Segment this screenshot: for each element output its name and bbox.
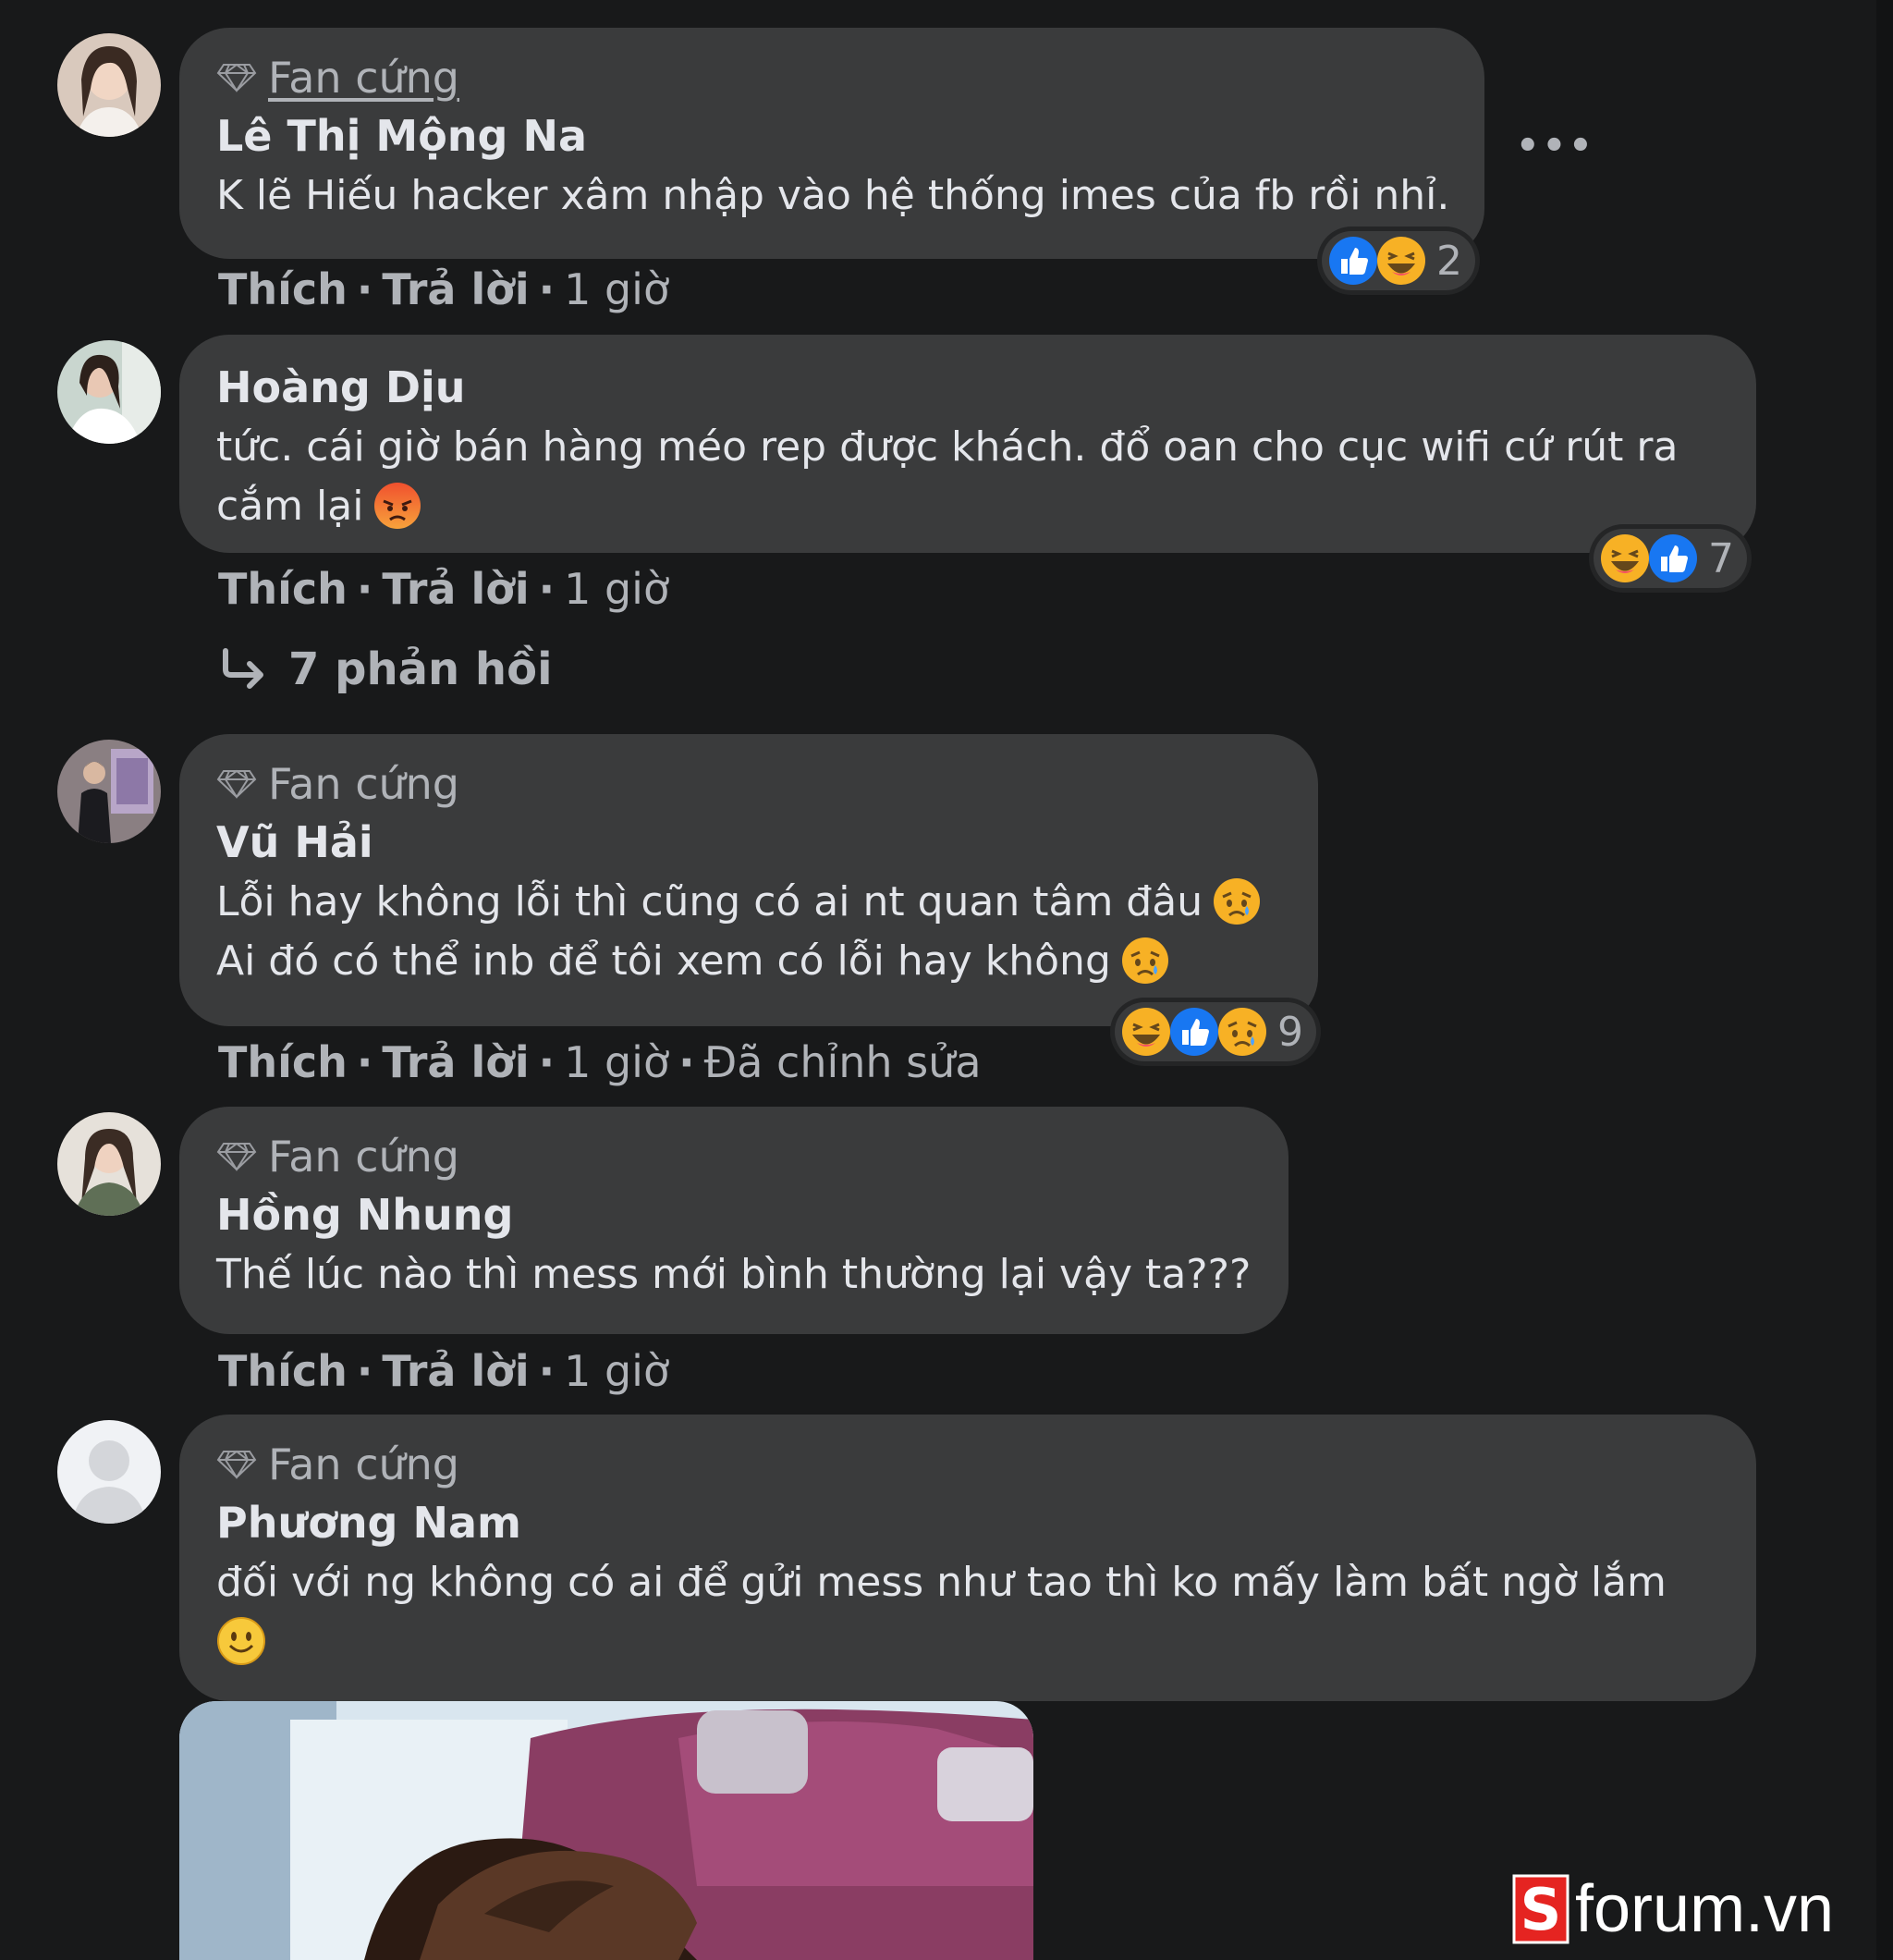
fan-badge[interactable]: Fan cứng	[216, 756, 1285, 812]
like-reaction-icon	[1647, 533, 1699, 584]
forum-watermark: S forum.vn	[1512, 1872, 1834, 1946]
diamond-icon	[216, 1450, 257, 1479]
sad-reaction-icon	[1216, 1006, 1268, 1058]
comment-image-attachment[interactable]	[179, 1701, 1033, 1960]
comment-text: Thế lúc nào thì mess mới bình thường lại…	[216, 1251, 1252, 1298]
haha-reaction-icon	[1375, 235, 1427, 287]
author-name[interactable]: Phương Nam	[216, 1492, 1723, 1553]
like-reaction-icon	[1327, 235, 1379, 287]
sforum-logo-icon: S	[1512, 1874, 1569, 1944]
watermark-text: forum.vn	[1575, 1872, 1835, 1946]
reply-button[interactable]: Trả lời	[382, 264, 529, 314]
comment-text-emoji-line	[216, 1612, 1723, 1672]
avatar[interactable]	[57, 340, 161, 444]
author-name[interactable]: Lê Thị Mộng Na	[216, 105, 1451, 166]
like-button[interactable]: Thích	[218, 1346, 348, 1396]
comment-actions: Thích · Trả lời · 1 giờ · Đã chỉnh sửa	[218, 1037, 982, 1087]
fan-badge[interactable]: Fan cứng	[216, 1129, 1255, 1184]
badge-label[interactable]: Fan cứng	[268, 53, 459, 103]
reply-arrow-icon	[223, 648, 263, 689]
angry-face-icon	[372, 481, 422, 531]
comment-time[interactable]: 1 giờ	[564, 1037, 669, 1087]
reaction-count: 2	[1436, 237, 1462, 285]
author-name[interactable]: Vũ Hải	[216, 812, 1285, 873]
comment-text-line: Ai đó có thể inb để tôi xem có lỗi hay k…	[216, 932, 1285, 991]
comment-text: đối với ng không có ai để gửi mess như t…	[216, 1559, 1667, 1606]
scrollbar-track[interactable]	[1876, 0, 1893, 1960]
comment-actions: Thích · Trả lời · 1 giờ	[218, 564, 670, 614]
comment-bubble: Fan cứng Hồng Nhung Thế lúc nào thì mess…	[179, 1107, 1288, 1334]
diamond-icon	[216, 769, 257, 799]
avatar[interactable]	[57, 1420, 161, 1524]
like-reaction-icon	[1168, 1006, 1220, 1058]
comment-text: tức. cái giờ bán hàng méo rep được khách…	[216, 423, 1679, 531]
replies-count[interactable]: 7 phản hồi	[288, 643, 553, 695]
reply-button[interactable]: Trả lời	[382, 1346, 529, 1396]
reply-button[interactable]: Trả lời	[382, 564, 529, 614]
like-button[interactable]: Thích	[218, 564, 348, 614]
comment-text: K lẽ Hiếu hacker xâm nhập vào hệ thống i…	[216, 172, 1450, 219]
comment-actions: Thích · Trả lời · 1 giờ	[218, 264, 670, 314]
badge-label[interactable]: Fan cứng	[268, 759, 459, 809]
avatar[interactable]	[57, 1112, 161, 1216]
haha-reaction-icon	[1120, 1006, 1172, 1058]
sad-face-icon	[1212, 876, 1262, 926]
reaction-summary[interactable]: 9	[1115, 1002, 1316, 1061]
author-name[interactable]: Hoàng Dịu	[216, 357, 1723, 418]
author-name[interactable]: Hồng Nhung	[216, 1184, 1255, 1245]
comment-bubble: Fan cứng Phương Nam đối với ng không có …	[179, 1415, 1756, 1701]
view-replies-link[interactable]: 7 phản hồi	[218, 643, 553, 695]
diamond-icon	[216, 63, 257, 92]
edited-label[interactable]: Đã chỉnh sửa	[704, 1037, 982, 1087]
badge-label[interactable]: Fan cứng	[268, 1439, 459, 1489]
avatar[interactable]	[57, 740, 161, 843]
comment-time[interactable]: 1 giờ	[564, 564, 669, 614]
comment-bubble: Hoàng Dịu tức. cái giờ bán hàng méo rep …	[179, 335, 1756, 553]
reaction-count: 7	[1708, 534, 1734, 582]
comment-bubble: Fan cứng Lê Thị Mộng Na K lẽ Hiếu hacker…	[179, 28, 1484, 259]
fan-badge[interactable]: Fan cứng	[216, 1437, 1723, 1492]
fan-badge[interactable]: Fan cứng	[216, 50, 1451, 105]
like-button[interactable]: Thích	[218, 264, 348, 314]
comment-time[interactable]: 1 giờ	[564, 1346, 669, 1396]
like-button[interactable]: Thích	[218, 1037, 348, 1087]
comment-bubble: Fan cứng Vũ Hải Lỗi hay không lỗi thì cũ…	[179, 734, 1318, 1026]
smile-face-icon	[216, 1616, 266, 1666]
sad-face-icon	[1120, 936, 1170, 986]
reaction-count: 9	[1277, 1008, 1303, 1056]
avatar[interactable]	[57, 33, 161, 137]
diamond-icon	[216, 1142, 257, 1171]
reply-button[interactable]: Trả lời	[382, 1037, 529, 1087]
haha-reaction-icon	[1599, 533, 1651, 584]
more-options-button[interactable]: •••	[1516, 125, 1595, 167]
comment-text-line: Lỗi hay không lỗi thì cũng có ai nt quan…	[216, 873, 1285, 932]
comment-actions: Thích · Trả lời · 1 giờ	[218, 1346, 670, 1396]
reaction-summary[interactable]: 2	[1322, 231, 1475, 290]
badge-label[interactable]: Fan cứng	[268, 1132, 459, 1182]
logo-letter: S	[1521, 1876, 1562, 1943]
reaction-summary[interactable]: 7	[1594, 529, 1747, 588]
comment-time[interactable]: 1 giờ	[564, 264, 669, 314]
